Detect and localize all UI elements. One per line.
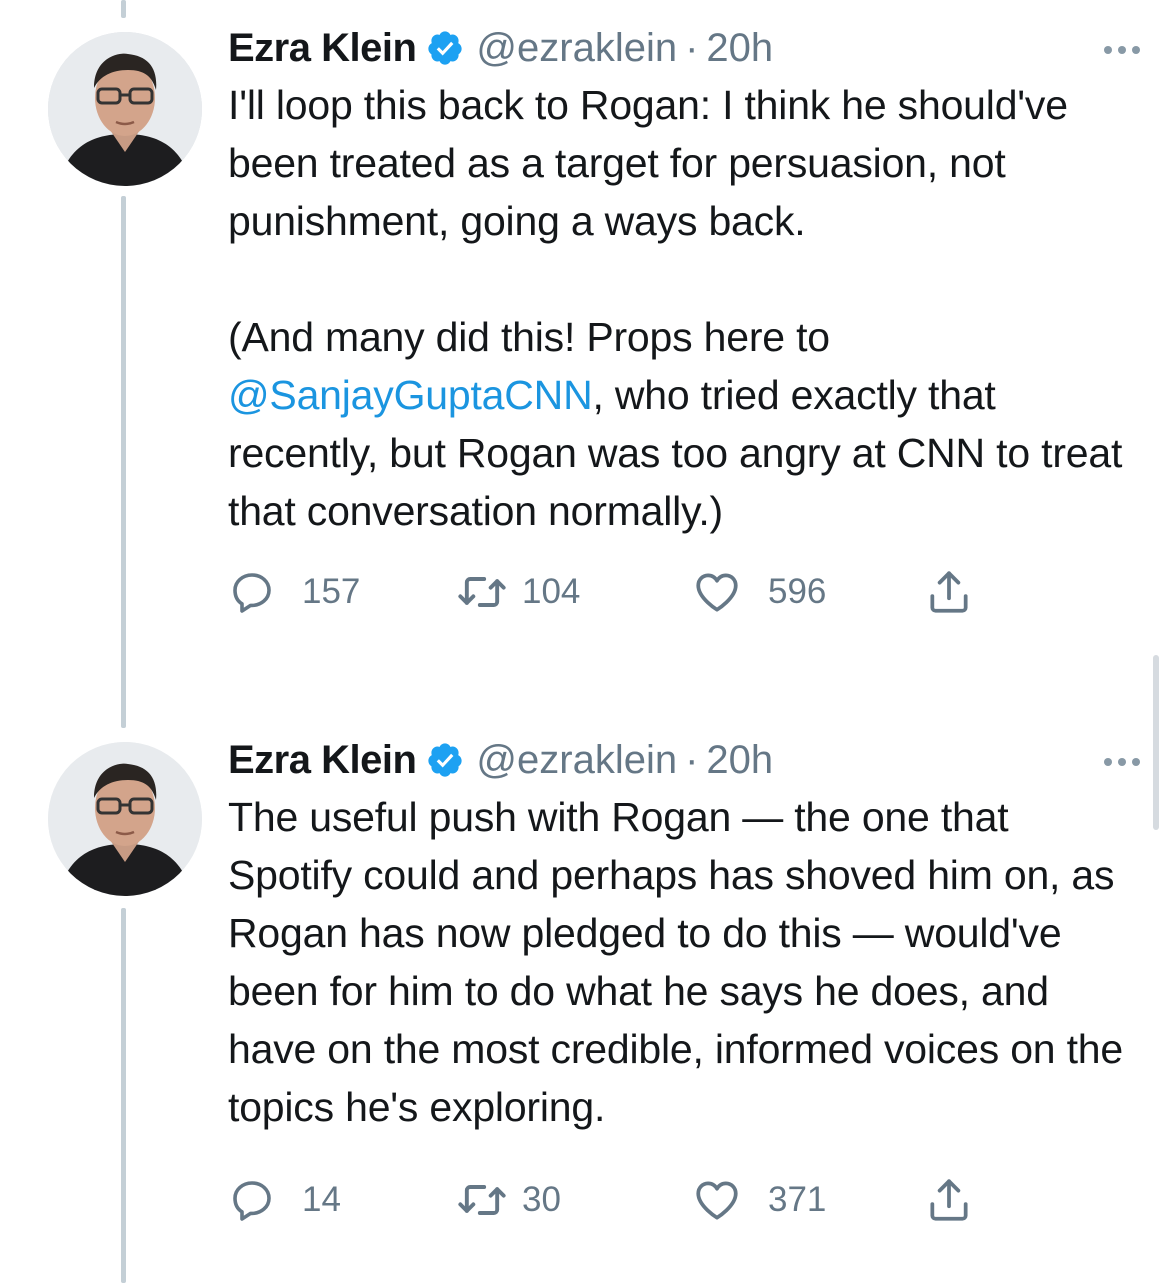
verified-badge-icon: [426, 29, 464, 67]
reply-count: 157: [302, 572, 361, 611]
like-button[interactable]: 371: [692, 1170, 826, 1230]
retweet-count: 30: [522, 1180, 561, 1219]
like-count: 596: [768, 572, 827, 611]
tweet-actions: 14 30 371: [228, 1170, 1128, 1230]
like-button[interactable]: 596: [692, 562, 826, 622]
author-handle[interactable]: @ezraklein: [476, 738, 677, 783]
verified-badge-icon: [426, 741, 464, 779]
tweet-header: Ezra Klein @ezraklein · 20h: [228, 734, 1140, 786]
heart-icon: [696, 573, 738, 612]
tweet-content: Ezra Klein @ezraklein · 20h I'll loop th…: [228, 22, 1140, 622]
avatar[interactable]: [48, 32, 202, 186]
retweet-button[interactable]: 30: [456, 1170, 561, 1230]
thread-line-bottom: [121, 908, 126, 1283]
reply-count: 14: [302, 1180, 341, 1219]
reply-icon: [233, 573, 271, 613]
tweet-text: The useful push with Rogan — the one tha…: [228, 788, 1128, 1136]
share-button[interactable]: [924, 1170, 974, 1230]
reply-button[interactable]: 157: [228, 562, 360, 622]
tweet-text-part: The useful push with Rogan — the one tha…: [228, 794, 1135, 1130]
like-count: 371: [768, 1180, 827, 1219]
timestamp[interactable]: 20h: [706, 738, 773, 783]
tweet-content: Ezra Klein @ezraklein · 20h The useful p…: [228, 734, 1140, 1230]
retweet-icon: [458, 577, 506, 607]
tweet-text-part: I'll loop this back to Rogan: I think he…: [228, 82, 1068, 360]
mention-link[interactable]: @SanjayGuptaCNN: [228, 372, 593, 418]
timestamp[interactable]: 20h: [706, 26, 773, 71]
author-name[interactable]: Ezra Klein: [228, 26, 417, 71]
retweet-icon: [458, 1185, 506, 1215]
thread-line-middle: [121, 196, 126, 728]
more-options-icon[interactable]: [1100, 28, 1144, 54]
share-icon: [930, 1179, 968, 1221]
reply-icon: [233, 1181, 271, 1221]
separator: ·: [685, 25, 699, 70]
tweet-header: Ezra Klein @ezraklein · 20h: [228, 22, 1140, 74]
share-button[interactable]: [924, 562, 974, 622]
avatar-image: [48, 32, 202, 186]
more-options-icon[interactable]: [1100, 740, 1144, 766]
author-name[interactable]: Ezra Klein: [228, 738, 417, 783]
thread-line-top: [121, 0, 126, 18]
separator: ·: [685, 737, 699, 782]
share-icon: [930, 571, 968, 613]
avatar[interactable]: [48, 742, 202, 896]
scrollbar[interactable]: [1153, 655, 1159, 830]
author-handle[interactable]: @ezraklein: [476, 26, 677, 71]
avatar-image: [48, 742, 202, 896]
reply-button[interactable]: 14: [228, 1170, 341, 1230]
heart-icon: [696, 1181, 738, 1220]
retweet-button[interactable]: 104: [456, 562, 580, 622]
retweet-count: 104: [522, 572, 581, 611]
tweet-text: I'll loop this back to Rogan: I think he…: [228, 76, 1128, 540]
tweet-actions: 157 104 596: [228, 562, 1128, 622]
